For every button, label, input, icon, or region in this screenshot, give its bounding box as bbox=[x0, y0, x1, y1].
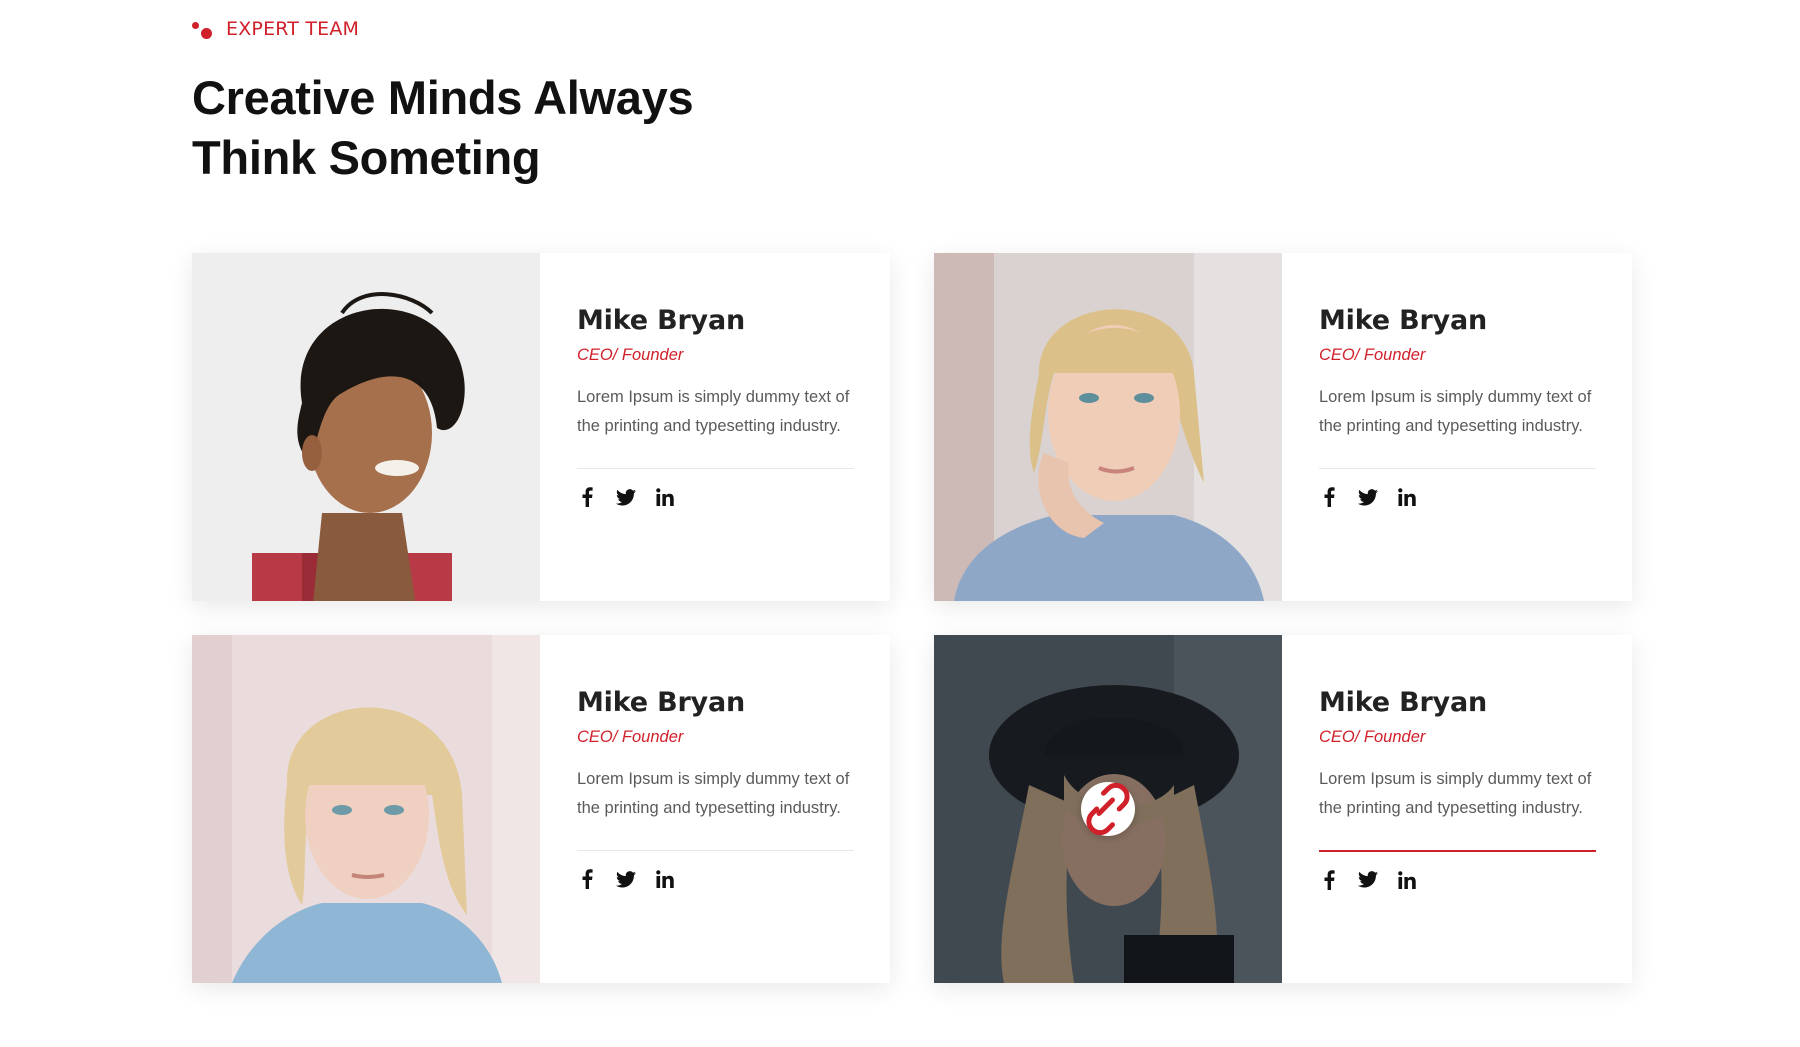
team-member-photo[interactable] bbox=[192, 253, 540, 601]
team-card-info: Mike Bryan CEO/ Founder Lorem Ipsum is s… bbox=[540, 253, 890, 601]
twitter-icon[interactable] bbox=[1358, 487, 1378, 507]
blonde-woman-photo bbox=[934, 253, 1282, 601]
member-description: Lorem Ipsum is simply dummy text of the … bbox=[1319, 770, 1592, 817]
link-button[interactable] bbox=[1081, 782, 1135, 836]
member-role: CEO/ Founder bbox=[577, 346, 684, 364]
section-heading: Creative Minds Always Think Someting bbox=[192, 68, 752, 188]
divider bbox=[577, 468, 854, 469]
divider-active bbox=[1319, 850, 1596, 852]
young-man-photo bbox=[192, 253, 540, 601]
facebook-icon[interactable] bbox=[1319, 869, 1339, 890]
social-links bbox=[577, 487, 854, 507]
member-description: Lorem Ipsum is simply dummy text of the … bbox=[577, 770, 850, 817]
team-card-info: Mike Bryan CEO/ Founder Lorem Ipsum is s… bbox=[540, 635, 890, 983]
linkedin-icon[interactable] bbox=[1397, 870, 1417, 890]
linkedin-icon[interactable] bbox=[655, 487, 675, 507]
social-links bbox=[1319, 869, 1596, 890]
team-member-photo[interactable] bbox=[192, 635, 540, 983]
eyebrow-label: EXPERT TEAM bbox=[226, 18, 360, 40]
member-description: Lorem Ipsum is simply dummy text of the … bbox=[1319, 388, 1592, 435]
facebook-icon[interactable] bbox=[1319, 487, 1339, 507]
team-card-info: Mike Bryan CEO/ Founder Lorem Ipsum is s… bbox=[1282, 635, 1632, 983]
member-role: CEO/ Founder bbox=[1319, 346, 1426, 364]
linkedin-icon[interactable] bbox=[655, 869, 675, 889]
social-links bbox=[577, 869, 854, 889]
divider bbox=[1319, 468, 1596, 469]
team-section: EXPERT TEAM Creative Minds Always Think … bbox=[192, 0, 1632, 1047]
team-member-photo[interactable] bbox=[934, 253, 1282, 601]
team-member-photo[interactable] bbox=[934, 635, 1282, 983]
facebook-icon[interactable] bbox=[577, 869, 597, 889]
team-card: Mike Bryan CEO/ Founder Lorem Ipsum is s… bbox=[192, 635, 890, 983]
section-eyebrow: EXPERT TEAM bbox=[192, 18, 359, 40]
twitter-icon[interactable] bbox=[1358, 870, 1378, 890]
twitter-icon[interactable] bbox=[616, 869, 636, 889]
team-card: Mike Bryan CEO/ Founder Lorem Ipsum is s… bbox=[934, 635, 1632, 983]
facebook-icon[interactable] bbox=[577, 487, 597, 507]
dots-icon bbox=[192, 18, 214, 40]
member-role: CEO/ Founder bbox=[1319, 728, 1426, 746]
link-icon bbox=[1086, 782, 1130, 836]
divider bbox=[577, 850, 854, 851]
social-links bbox=[1319, 487, 1596, 507]
team-card-info: Mike Bryan CEO/ Founder Lorem Ipsum is s… bbox=[1282, 253, 1632, 601]
heading-line-1: Creative Minds Always bbox=[192, 71, 694, 124]
blonde-woman-hoodie-photo bbox=[192, 635, 540, 983]
member-name: Mike Bryan bbox=[577, 687, 746, 718]
member-name: Mike Bryan bbox=[577, 305, 746, 336]
member-name: Mike Bryan bbox=[1319, 305, 1488, 336]
team-card: Mike Bryan CEO/ Founder Lorem Ipsum is s… bbox=[192, 253, 890, 601]
member-role: CEO/ Founder bbox=[577, 728, 684, 746]
team-card: Mike Bryan CEO/ Founder Lorem Ipsum is s… bbox=[934, 253, 1632, 601]
heading-line-2: Think Someting bbox=[192, 131, 541, 184]
linkedin-icon[interactable] bbox=[1397, 487, 1417, 507]
member-description: Lorem Ipsum is simply dummy text of the … bbox=[577, 388, 850, 435]
member-name: Mike Bryan bbox=[1319, 687, 1488, 718]
twitter-icon[interactable] bbox=[616, 487, 636, 507]
